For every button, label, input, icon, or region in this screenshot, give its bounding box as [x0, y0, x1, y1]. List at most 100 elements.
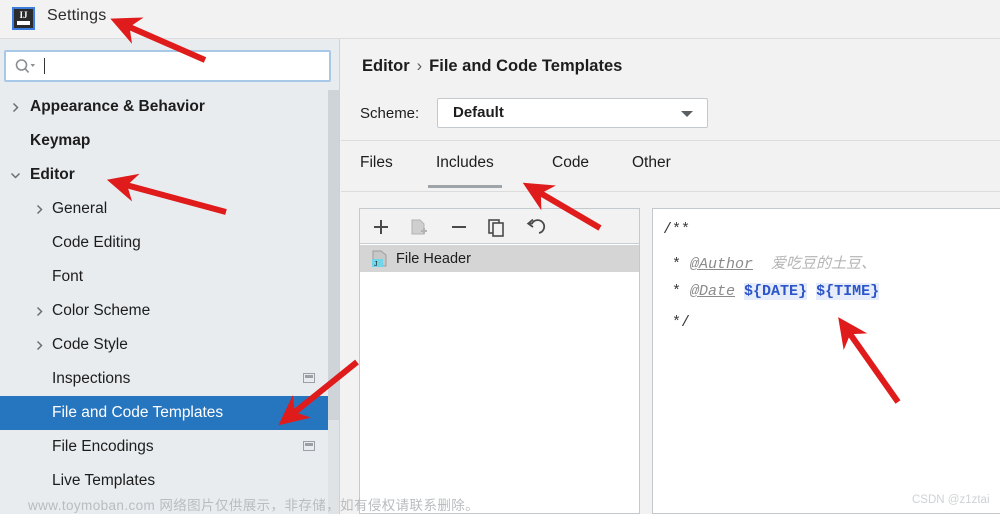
- title-bar: IJ Settings: [0, 0, 1000, 39]
- copy-button[interactable]: [484, 215, 510, 239]
- sidebar-item-file-encodings[interactable]: File Encodings: [0, 430, 328, 464]
- code-segment-plain: *: [663, 256, 691, 273]
- sidebar-item-file-and-code-templates[interactable]: File and Code Templates: [0, 396, 328, 430]
- sidebar-item-live-templates[interactable]: Live Templates: [0, 464, 328, 498]
- sidebar-scrollbar[interactable]: [328, 90, 339, 514]
- sidebar-item-label: Keymap: [30, 132, 91, 149]
- code-segment-tag: @Date: [690, 283, 736, 300]
- sidebar-scrollbar-thumb[interactable]: [328, 90, 339, 420]
- settings-sidebar: Appearance & Behavior Keymap Editor General…: [0, 39, 340, 514]
- sidebar-item-font[interactable]: Font: [0, 260, 328, 294]
- sidebar-item-label: Inspections: [52, 370, 131, 387]
- chevron-down-icon[interactable]: [10, 170, 21, 181]
- sidebar-item-label: Color Scheme: [52, 302, 151, 319]
- chevron-right-icon[interactable]: [34, 340, 45, 351]
- tab-underline: [352, 185, 401, 188]
- settings-detail-pane: Editor › File and Code Templates Scheme: D…: [341, 39, 1000, 514]
- tab-code[interactable]: Code: [552, 154, 589, 188]
- logo-letters: IJ: [19, 10, 28, 20]
- sidebar-item-label: Editor: [30, 166, 75, 183]
- header-divider: [341, 140, 1000, 141]
- code-segment-cn: 爱吃豆的土豆、: [771, 254, 877, 272]
- sidebar-item-label: General: [52, 200, 108, 217]
- tab-other[interactable]: Other: [632, 154, 671, 188]
- sidebar-item-label: Code Editing: [52, 234, 141, 251]
- sidebar-item-code-editing[interactable]: Code Editing: [0, 226, 328, 260]
- undo-icon: [526, 218, 546, 234]
- tab-label: Other: [632, 154, 671, 171]
- window-title: Settings: [47, 7, 107, 24]
- sidebar-item-label: Code Style: [52, 336, 128, 353]
- chevron-right-icon[interactable]: [10, 102, 21, 113]
- settings-tree: Appearance & Behavior Keymap Editor General…: [0, 90, 328, 514]
- reset-button[interactable]: [522, 215, 548, 239]
- code-segment-plain: *: [663, 283, 691, 300]
- intellij-idea-logo-icon: IJ: [12, 7, 35, 30]
- breadcrumb-current: File and Code Templates: [429, 57, 623, 75]
- sidebar-item-code-style[interactable]: Code Style: [0, 328, 328, 362]
- sidebar-item-appearance-behavior[interactable]: Appearance & Behavior: [0, 90, 328, 124]
- sidebar-item-label: Live Templates: [52, 472, 156, 489]
- list-item[interactable]: J File Header: [360, 245, 639, 272]
- scheme-value: Default: [453, 104, 504, 121]
- sidebar-item-keymap[interactable]: Keymap: [0, 124, 328, 158]
- add-button[interactable]: [368, 215, 394, 239]
- tab-label: Files: [360, 154, 393, 171]
- settings-window: IJ Settings Appearance & Behavior Keymap E…: [0, 0, 1000, 514]
- tab-underline: [624, 185, 679, 188]
- chevron-down-icon[interactable]: [681, 111, 693, 117]
- tab-underline: [428, 185, 502, 188]
- code-line: * @Author 爱吃豆的土豆、: [663, 252, 876, 273]
- code-line: */: [663, 314, 690, 331]
- scheme-dropdown[interactable]: Default: [437, 98, 708, 128]
- tabs-divider: [341, 191, 1000, 192]
- templates-list-panel: J File Header: [359, 208, 640, 514]
- tab-underline: [544, 185, 597, 188]
- minus-icon: [452, 226, 466, 228]
- tab-label: Code: [552, 154, 590, 171]
- sidebar-item-inspections[interactable]: Inspections: [0, 362, 328, 396]
- svg-text:J: J: [374, 261, 378, 267]
- search-input[interactable]: [40, 52, 329, 82]
- copy-icon: [488, 219, 504, 237]
- csdn-watermark: CSDN @z1ztai: [912, 494, 990, 506]
- code-segment-var: ${DATE}: [744, 283, 808, 300]
- tab-label: Includes: [436, 154, 494, 171]
- code-segment-plain: [807, 283, 816, 300]
- code-segment-var: ${TIME}: [816, 283, 880, 300]
- site-watermark: www.toymoban.com 网络图片仅供展示，非存储，如有侵权请联系删除。: [28, 498, 480, 513]
- sidebar-item-label: Font: [52, 268, 84, 285]
- search-box[interactable]: [4, 50, 331, 82]
- breadcrumb-parent[interactable]: Editor: [362, 57, 410, 75]
- tab-files[interactable]: Files: [360, 154, 393, 188]
- template-editor[interactable]: /** * @Author 爱吃豆的土豆、 * @Date ${DATE} ${…: [652, 208, 1000, 514]
- chevron-right-icon[interactable]: [34, 306, 45, 317]
- create-template-button[interactable]: [406, 215, 432, 239]
- add-file-icon: [411, 219, 427, 235]
- code-line: /**: [663, 221, 690, 238]
- code-segment-tag: @Author: [690, 256, 754, 273]
- sidebar-item-color-scheme[interactable]: Color Scheme: [0, 294, 328, 328]
- breadcrumb-separator: ›: [416, 57, 423, 75]
- sidebar-item-editor[interactable]: Editor: [0, 158, 328, 192]
- search-icon[interactable]: [14, 58, 36, 74]
- sidebar-item-label: File and Code Templates: [52, 404, 224, 421]
- java-file-icon: J: [372, 250, 387, 268]
- code-segment-plain: /**: [663, 221, 691, 238]
- list-item-label: File Header: [396, 250, 471, 267]
- code-segment-plain: */: [663, 314, 691, 331]
- scheme-label: Scheme:: [360, 105, 420, 122]
- remove-button[interactable]: [446, 215, 472, 239]
- code-segment-plain: [753, 256, 771, 273]
- project-scope-badge-icon: [303, 373, 315, 383]
- code-line: * @Date ${DATE} ${TIME}: [663, 283, 880, 300]
- sidebar-item-label: File Encodings: [52, 438, 154, 455]
- sidebar-item-label: Appearance & Behavior: [30, 98, 205, 115]
- sidebar-item-general[interactable]: General: [0, 192, 328, 226]
- plus-icon: [374, 220, 388, 234]
- chevron-right-icon[interactable]: [34, 204, 45, 215]
- code-segment-plain: [735, 283, 744, 300]
- breadcrumb: Editor › File and Code Templates: [362, 57, 622, 76]
- tab-includes[interactable]: Includes: [428, 154, 502, 188]
- templates-toolbar: [360, 209, 639, 244]
